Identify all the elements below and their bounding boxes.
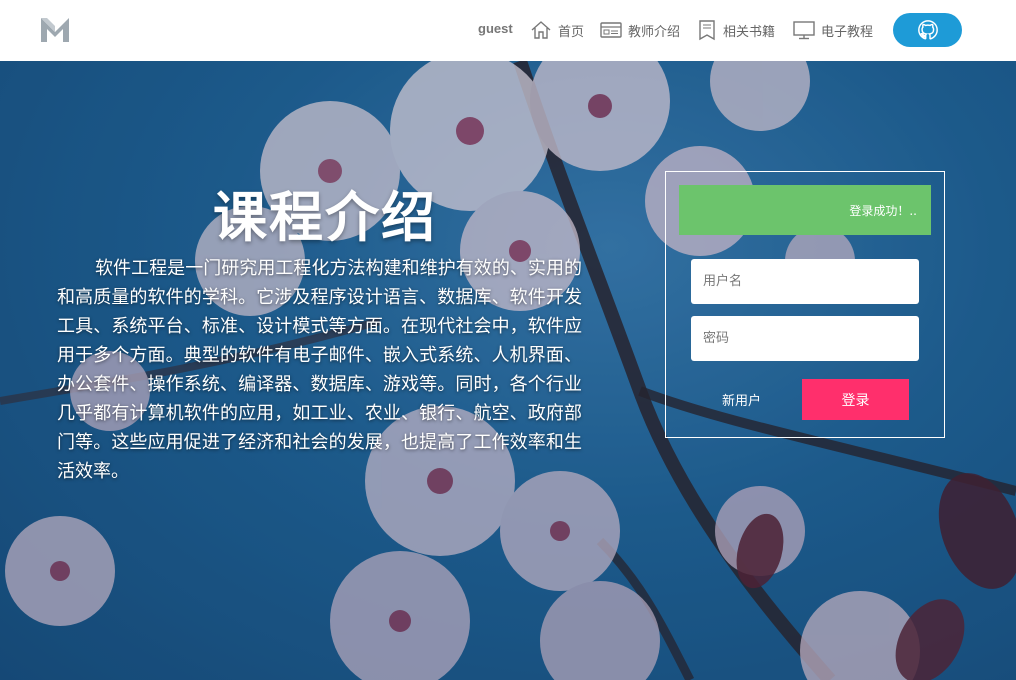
nav-teachers[interactable]: 教师介绍 bbox=[600, 16, 680, 44]
login-button[interactable]: 登录 bbox=[802, 379, 909, 420]
logo-icon[interactable] bbox=[38, 14, 72, 44]
username-input[interactable] bbox=[691, 259, 919, 304]
github-icon bbox=[917, 20, 938, 40]
register-link[interactable]: 新用户 bbox=[722, 390, 761, 409]
hero-background: 课程介绍 软件工程是一门研究用工程化方法构建和维护有效的、实用的和高质量的软件的… bbox=[0, 61, 1016, 680]
top-nav-bar: guest 首页 教师介绍 相关书籍 电子教程 bbox=[0, 0, 1016, 61]
nav-books-label: 相关书籍 bbox=[723, 24, 776, 40]
book-icon bbox=[699, 20, 715, 41]
nav-teachers-label: 教师介绍 bbox=[628, 24, 681, 40]
nav-tutorials-label: 电子教程 bbox=[821, 24, 874, 40]
course-intro-body: 软件工程是一门研究用工程化方法构建和维护有效的、实用的和高质量的软件的学科。它涉… bbox=[57, 258, 582, 482]
nav-tutorials[interactable]: 电子教程 bbox=[793, 16, 873, 44]
course-intro-title: 课程介绍 bbox=[213, 186, 437, 249]
password-input[interactable] bbox=[691, 316, 919, 361]
monitor-icon bbox=[793, 21, 815, 40]
home-icon bbox=[531, 21, 551, 39]
nav-home[interactable]: 首页 bbox=[530, 16, 584, 44]
nav-books[interactable]: 相关书籍 bbox=[697, 16, 775, 44]
github-button[interactable] bbox=[893, 13, 962, 47]
login-success-message: 登录成功！.. bbox=[679, 185, 931, 235]
current-user-label: guest bbox=[478, 21, 513, 36]
nav-home-label: 首页 bbox=[558, 24, 585, 40]
id-card-icon bbox=[600, 22, 622, 38]
login-panel: 登录成功！.. 新用户 登录 bbox=[665, 171, 945, 438]
